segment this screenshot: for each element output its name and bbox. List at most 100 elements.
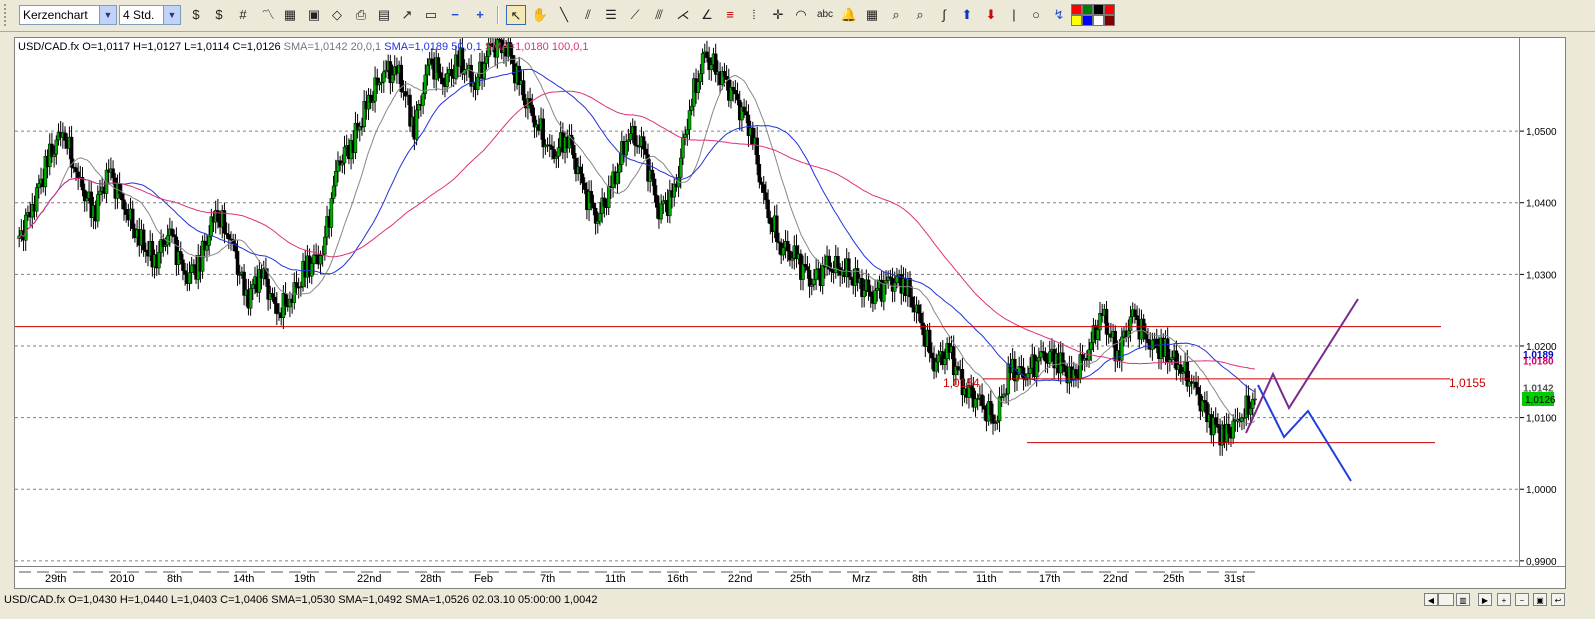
line-chart-icon[interactable]: 〽	[258, 5, 278, 25]
palette-swatch[interactable]	[1082, 15, 1093, 26]
fit-icon[interactable]: ▭	[421, 5, 441, 25]
zoom-out-icon[interactable]: −	[445, 5, 465, 25]
currency-alt-icon[interactable]: $	[209, 5, 229, 25]
candle-down	[578, 166, 583, 175]
candle-down	[775, 215, 779, 243]
candle-up	[812, 279, 816, 285]
time-tick-label: 2010	[110, 573, 134, 585]
candle-up	[1150, 339, 1155, 350]
regression-icon[interactable]: ⫻	[649, 5, 669, 25]
trendline-icon[interactable]: ╲	[554, 5, 574, 25]
fan-icon[interactable]: ⟋	[625, 5, 645, 25]
alarm-bell-icon[interactable]: 🔔	[839, 5, 859, 25]
candle-down	[530, 104, 535, 117]
zoom-in-small-icon[interactable]: +	[1497, 593, 1511, 606]
time-axis[interactable]: 29th 2010 8th 14th 19th 22nd 28th Feb 7th 11th 16t…	[14, 567, 1566, 589]
crosshair-icon[interactable]: ✛	[768, 5, 788, 25]
angle-icon[interactable]: ∠	[697, 5, 717, 25]
candle-down	[759, 181, 764, 185]
indicator-icon[interactable]: ▦	[280, 5, 300, 25]
palette-swatch[interactable]	[1082, 4, 1093, 15]
palette-swatch[interactable]	[1071, 4, 1082, 15]
arrow-up-icon[interactable]: ⬆	[957, 5, 977, 25]
zoom-out-small-icon[interactable]: −	[1515, 593, 1529, 606]
candle-down	[144, 249, 148, 253]
chart-header: USD/CAD.fx O=1,0117 H=1,0127 L=1,0114 C=…	[18, 41, 589, 53]
candle-up	[310, 263, 314, 277]
candle-up	[207, 235, 211, 246]
print-icon[interactable]: ⎙	[351, 5, 371, 25]
candle-up	[626, 139, 631, 142]
candle-up	[973, 398, 978, 408]
color-palette[interactable]	[1071, 4, 1119, 26]
candle-up	[445, 73, 449, 87]
chart-panel[interactable]: USD/CAD.fx O=1,0117 H=1,0127 L=1,0114 C=…	[14, 28, 1521, 568]
scroll-left-icon[interactable]: ◀	[1424, 593, 1438, 606]
chevron-down-icon[interactable]: ▼	[99, 6, 116, 24]
palette-swatch[interactable]	[1093, 15, 1104, 26]
candle-up	[340, 162, 345, 166]
magnifier-icon[interactable]: ⌕	[886, 5, 906, 25]
toolbar-grip[interactable]	[4, 4, 12, 26]
time-tick-label: 7th	[540, 573, 555, 585]
chart-type-dropdown[interactable]: Kerzenchart ▼	[19, 5, 117, 25]
time-tick-label: 25th	[790, 573, 811, 585]
vertical-lines-icon[interactable]: ⦙	[744, 5, 764, 25]
scroll-right-icon[interactable]: ▶	[1478, 593, 1492, 606]
candle-up	[617, 164, 622, 173]
palette-swatch[interactable]	[1071, 15, 1082, 26]
text-icon[interactable]: abc	[815, 5, 835, 25]
scroll-thumb[interactable]	[1438, 593, 1454, 606]
candle-up	[598, 213, 602, 222]
candle-up	[1248, 408, 1253, 415]
chevron-down-icon[interactable]: ▼	[163, 6, 180, 24]
candle-down	[430, 58, 434, 64]
candle-down	[1061, 352, 1065, 366]
cursor-icon[interactable]: ↖	[506, 5, 526, 25]
candle-up	[1096, 329, 1100, 340]
candle-down	[602, 197, 607, 207]
template-icon[interactable]: ▤	[374, 5, 394, 25]
timeframe-dropdown[interactable]: 4 Std. ▼	[119, 5, 181, 25]
candle-down	[521, 80, 526, 101]
candle-down	[1194, 381, 1198, 388]
zoom-area-icon[interactable]: ⌕	[910, 5, 930, 25]
calculator-icon[interactable]: ▦	[862, 5, 882, 25]
back-icon[interactable]: ↩	[1551, 593, 1565, 606]
palette-swatch[interactable]	[1104, 15, 1115, 26]
candle-down	[541, 118, 545, 148]
candle-down	[141, 229, 146, 251]
candle-up	[681, 137, 685, 159]
vertical-line-icon[interactable]: |	[1004, 5, 1024, 25]
palette-swatch[interactable]	[1093, 4, 1104, 15]
candle-down	[120, 193, 124, 201]
candle-down	[1227, 423, 1231, 434]
gann-fan-icon[interactable]: ⋌	[673, 5, 693, 25]
image-icon[interactable]: ▣	[304, 5, 324, 25]
freehand-icon[interactable]: ∫	[934, 5, 954, 25]
currency-icon[interactable]: $	[186, 5, 206, 25]
arrow-down-icon[interactable]: ⬇	[981, 5, 1001, 25]
candlestick-chart[interactable]	[15, 28, 1521, 568]
candle-down	[757, 163, 762, 183]
fibonacci-icon[interactable]: ☰	[601, 5, 621, 25]
layout-icon[interactable]: ▥	[1456, 593, 1470, 606]
channel-icon[interactable]: ⫽	[578, 5, 598, 25]
arc-icon[interactable]: ◠	[791, 5, 811, 25]
fit-small-icon[interactable]: ▣	[1533, 593, 1547, 606]
wave-icon[interactable]: ↯	[1049, 5, 1069, 25]
candle-down	[755, 137, 759, 165]
palette-swatch[interactable]	[1104, 4, 1115, 15]
candle-down	[654, 194, 659, 208]
candle-up	[323, 236, 327, 255]
chart-arrow-icon[interactable]: ↗	[397, 5, 417, 25]
candle-down	[436, 57, 441, 73]
eraser-icon[interactable]: ◇	[327, 5, 347, 25]
fib-retracement-icon[interactable]: ≡	[720, 5, 740, 25]
grid-icon[interactable]: #	[233, 5, 253, 25]
candle-down	[117, 183, 122, 194]
circle-icon[interactable]: ○	[1026, 5, 1046, 25]
hand-icon[interactable]: ✋	[530, 5, 550, 25]
price-axis[interactable]: 1,0500 1,0400 1,0300 1,0200 1,0100 1,0000 0,99…	[1520, 37, 1566, 568]
zoom-in-icon[interactable]: +	[470, 5, 490, 25]
